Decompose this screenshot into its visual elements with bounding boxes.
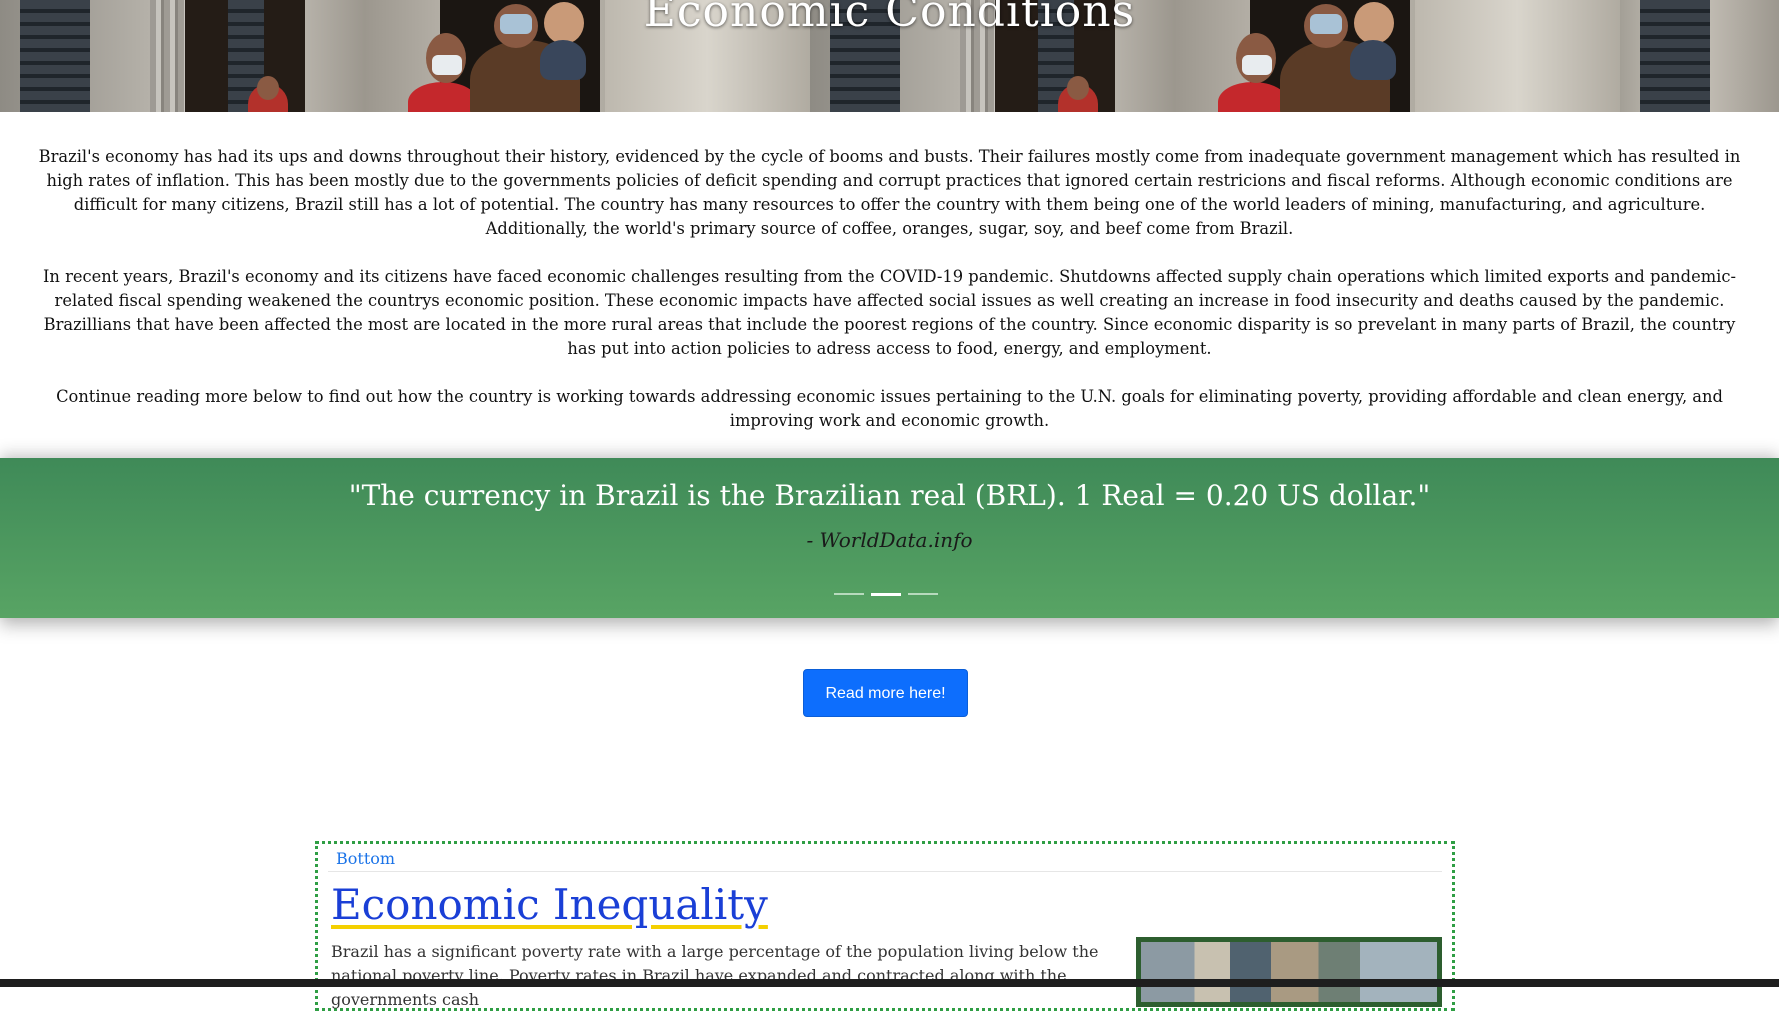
intro-paragraph: Continue reading more below to find out … [56, 387, 1723, 430]
bottom-edge [0, 979, 1779, 987]
section-image [1136, 937, 1442, 1007]
carousel-indicators [834, 593, 946, 596]
quote-carousel[interactable]: "The currency in Brazil is the Brazilian… [0, 458, 1779, 618]
page-title: Economic Conditions [643, 0, 1136, 37]
favela-photo [1141, 942, 1437, 1002]
intro-text: Brazil's economy has had its ups and dow… [34, 145, 1745, 457]
carousel-indicator[interactable] [834, 593, 864, 595]
bottom-link[interactable]: Bottom [336, 849, 395, 868]
section-title[interactable]: Economic Inequality [331, 880, 768, 929]
carousel-indicator[interactable] [908, 593, 938, 595]
intro-paragraph: Brazil's economy has had its ups and dow… [38, 147, 1741, 238]
carousel-quote: "The currency in Brazil is the Brazilian… [348, 479, 1431, 512]
intro-paragraph: In recent years, Brazil's economy and it… [43, 267, 1736, 358]
divider [328, 871, 1442, 872]
carousel-quote-source: - WorldData.info [806, 528, 973, 552]
read-more-button[interactable]: Read more here! [803, 669, 968, 717]
section-text: Brazil has a significant poverty rate wi… [331, 942, 1099, 1009]
carousel-indicator-active[interactable] [871, 593, 901, 596]
hero-banner: Economic Conditions [0, 0, 1779, 112]
